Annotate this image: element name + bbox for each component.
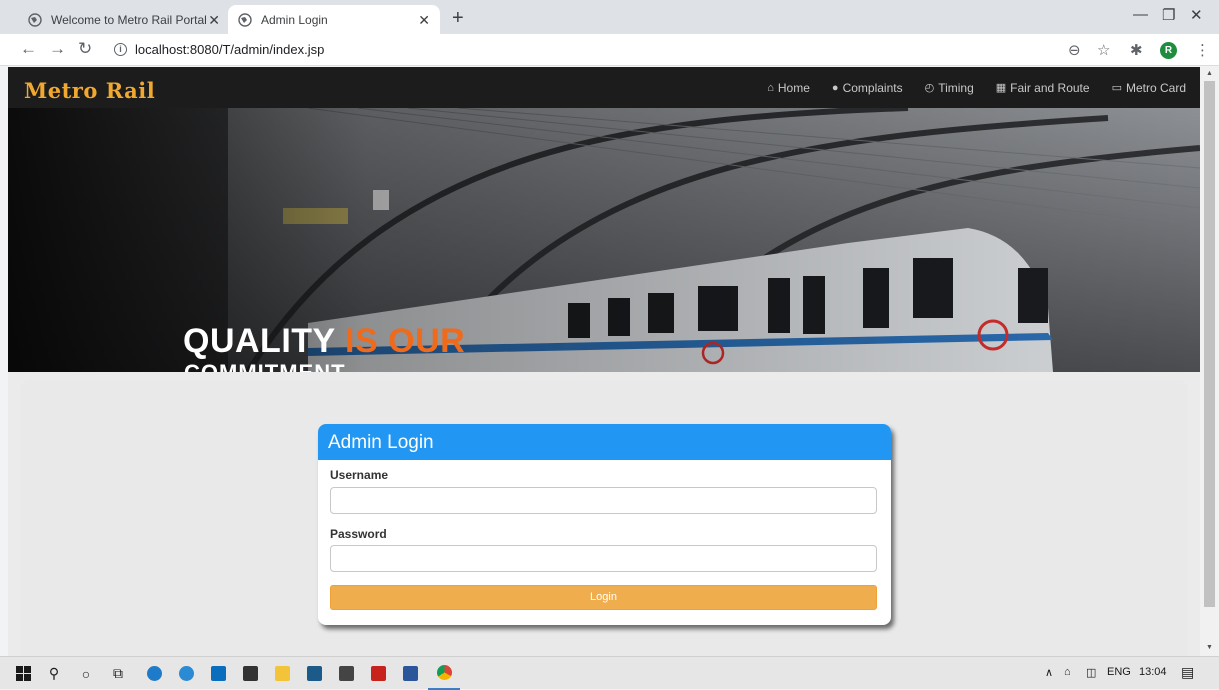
minimize-icon[interactable]: — <box>1133 6 1148 23</box>
store-icon[interactable] <box>236 657 264 690</box>
globe-icon <box>238 12 252 27</box>
nav-label: Timing <box>938 80 974 95</box>
notification-icon[interactable]: ▤ <box>1181 664 1194 681</box>
nav-fair-route[interactable]: ▦ Fair and Route <box>996 81 1090 95</box>
credit-card-icon: ▭ <box>1111 82 1122 94</box>
site-navbar: Metro Rail ⌂ Home ● Complaints ◴ Timing ▦ Fa… <box>8 67 1200 108</box>
headline-orange: IS OUR <box>345 322 466 360</box>
app-icon[interactable] <box>300 657 328 690</box>
scroll-up-icon[interactable]: ▲ <box>1206 70 1213 77</box>
login-title: Admin Login <box>318 424 891 460</box>
nav-complaints[interactable]: ● Complaints <box>832 81 903 95</box>
file-explorer-icon[interactable] <box>268 657 296 690</box>
zoom-icon[interactable]: ⊖ <box>1068 41 1081 59</box>
new-tab-icon[interactable]: + <box>452 7 464 30</box>
reload-icon[interactable]: ↻ <box>78 39 92 59</box>
nav-label: Home <box>777 80 810 95</box>
extensions-icon[interactable]: ✱ <box>1130 41 1143 59</box>
nav-label: Fair and Route <box>1010 80 1090 95</box>
globe-icon <box>28 12 42 27</box>
browser-tabstrip: Welcome to Metro Rail Portal ✕ Admin Log… <box>0 0 1219 34</box>
address-bar: ← → ↻ i localhost:8080/T/admin/index.jsp… <box>0 34 1219 66</box>
info-icon[interactable]: i <box>114 43 127 56</box>
comment-icon: ● <box>831 81 839 94</box>
password-field[interactable] <box>330 545 877 572</box>
close-tab-icon[interactable]: ✕ <box>208 12 220 29</box>
hero-headline-line2: COMMITMENT <box>184 360 346 372</box>
tray-chevron-icon[interactable]: ∧ <box>1045 666 1053 679</box>
tab-welcome[interactable]: Welcome to Metro Rail Portal ✕ <box>18 5 230 34</box>
close-tab-icon[interactable]: ✕ <box>418 12 430 29</box>
cortana-icon[interactable]: ○ <box>72 657 100 690</box>
volume-icon[interactable]: ◫ <box>1086 666 1096 679</box>
username-label: Username <box>330 468 389 482</box>
clock-time[interactable]: 13:04 <box>1139 666 1167 678</box>
word-icon[interactable] <box>396 657 424 690</box>
map-icon: ▦ <box>995 82 1007 94</box>
windows-taskbar: ⚲ ○ ⧉ ∧ ⌂ ◫ ENG 13:04 ▤ <box>0 656 1219 690</box>
windows-start-icon[interactable] <box>8 657 38 690</box>
bookmark-star-icon[interactable]: ☆ <box>1097 41 1110 59</box>
nav-label: Complaints <box>842 80 903 95</box>
login-button[interactable]: Login <box>330 585 877 610</box>
chrome-icon[interactable] <box>428 657 460 690</box>
username-field[interactable] <box>330 487 877 514</box>
tab-title: Welcome to Metro Rail Portal <box>51 12 207 27</box>
pdf-icon[interactable] <box>364 657 392 690</box>
task-view-icon[interactable]: ⧉ <box>104 657 132 690</box>
nav-label: Metro Card <box>1125 80 1186 95</box>
mail-icon[interactable] <box>204 657 232 690</box>
page-scrollbar[interactable]: ▲ ▼ <box>1200 67 1219 656</box>
scroll-down-icon[interactable]: ▼ <box>1206 644 1213 651</box>
forward-icon[interactable]: → <box>49 39 66 59</box>
nav-timing[interactable]: ◴ Timing <box>925 81 974 95</box>
search-icon[interactable]: ⚲ <box>40 657 68 690</box>
menu-kebab-icon[interactable]: ⋮ <box>1195 41 1210 59</box>
admin-login-panel: Admin Login Username Password Login <box>318 424 891 625</box>
headline-white: QUALITY <box>183 322 346 360</box>
scrollbar-thumb[interactable] <box>1204 81 1215 607</box>
site-brand[interactable]: Metro Rail <box>24 78 155 103</box>
language-indicator[interactable]: ENG <box>1107 666 1131 678</box>
page-viewport: Metro Rail ⌂ Home ● Complaints ◴ Timing ▦ Fa… <box>8 67 1200 656</box>
url-field[interactable]: localhost:8080/T/admin/index.jsp <box>135 42 324 57</box>
hero-carousel: QUALITY IS OUR COMMITMENT <box>8 108 1200 372</box>
home-icon: ⌂ <box>767 81 774 94</box>
tab-admin-login[interactable]: Admin Login ✕ <box>228 5 440 34</box>
nav-menu: ⌂ Home ● Complaints ◴ Timing ▦ Fair and Rout… <box>767 67 1186 108</box>
clock-icon: ◴ <box>924 82 935 94</box>
back-icon[interactable]: ← <box>20 39 37 59</box>
network-icon[interactable]: ⌂ <box>1064 666 1071 678</box>
restore-icon[interactable]: ❐ <box>1162 6 1175 24</box>
password-label: Password <box>330 527 387 541</box>
nav-home[interactable]: ⌂ Home <box>767 81 810 95</box>
close-window-icon[interactable]: ✕ <box>1190 6 1203 24</box>
browser-icon[interactable] <box>172 657 200 690</box>
settings-app-icon[interactable] <box>332 657 360 690</box>
profile-avatar[interactable]: R <box>1160 42 1177 59</box>
edge-icon[interactable] <box>140 657 168 690</box>
tab-title: Admin Login <box>261 12 328 27</box>
hero-headline: QUALITY IS OUR <box>183 322 465 361</box>
nav-metro-card[interactable]: ▭ Metro Card <box>1112 81 1186 95</box>
